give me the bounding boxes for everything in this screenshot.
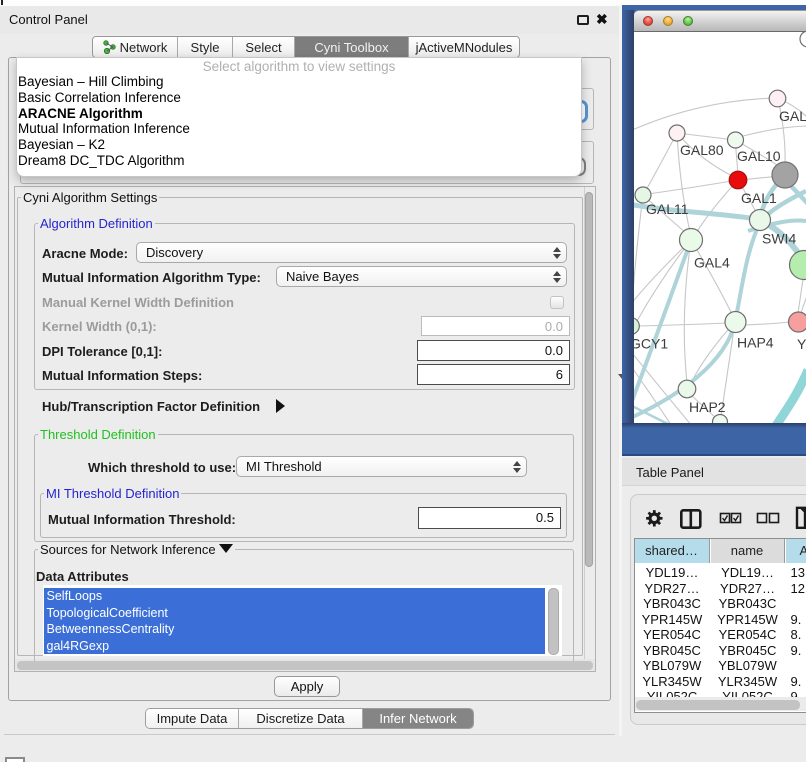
svg-text:HAP2: HAP2: [689, 399, 726, 415]
svg-text:GCY1: GCY1: [634, 336, 668, 352]
svg-text:GAL4: GAL4: [694, 255, 730, 271]
svg-text:GAL1: GAL1: [741, 190, 777, 206]
svg-text:HAP4: HAP4: [737, 335, 774, 351]
svg-text:SWI4: SWI4: [762, 231, 796, 247]
svg-text:Y: Y: [797, 336, 806, 352]
svg-text:GAL80: GAL80: [680, 142, 724, 158]
svg-text:GAL11: GAL11: [646, 201, 689, 217]
svg-text:GAL10: GAL10: [737, 148, 781, 164]
svg-text:GAL: GAL: [779, 108, 806, 124]
